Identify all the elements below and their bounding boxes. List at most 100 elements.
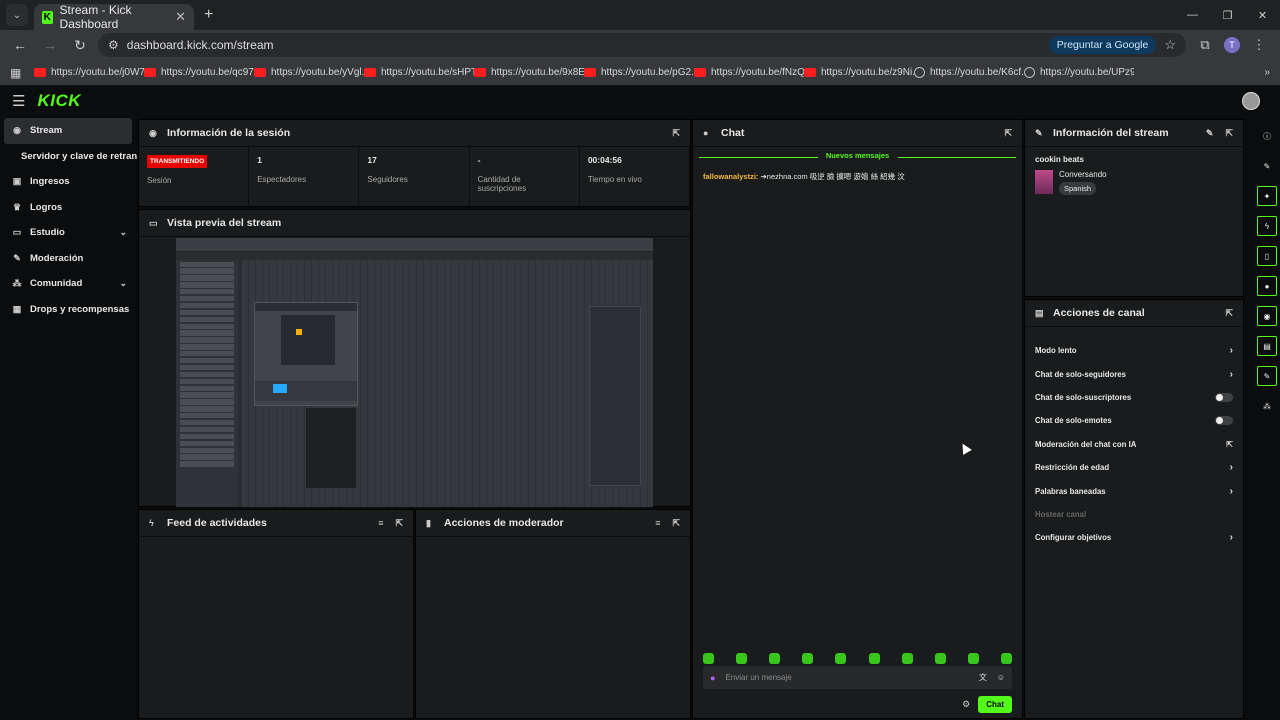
bookmark-item[interactable]: https://youtu.be/sHPT... xyxy=(364,67,474,78)
browser-tab[interactable]: K Stream - Kick Dashboard ✕ xyxy=(34,3,194,31)
window-controls: — ❐ ✕ xyxy=(1175,0,1280,30)
channel-action-item[interactable]: Chat de solo-seguidores › xyxy=(1035,362,1233,385)
sidebar-item[interactable]: ◉ Stream xyxy=(4,118,132,144)
kick-logo[interactable]: KICK xyxy=(37,91,81,111)
emote-icon[interactable] xyxy=(769,653,781,664)
bookmark-item[interactable]: https://youtu.be/z9Ni... xyxy=(804,67,914,78)
channel-action-item[interactable]: Configurar objetivos › xyxy=(1035,526,1233,549)
broadcast-icon[interactable]: ◉ xyxy=(1257,306,1277,326)
raid-icon[interactable]: ✦ xyxy=(1257,186,1277,206)
popout-icon[interactable]: ⇱ xyxy=(672,128,680,139)
tab-close-icon[interactable]: ✕ xyxy=(175,9,186,25)
chat-footer: ⚙ Chat xyxy=(962,696,1012,713)
popout-icon[interactable]: ⇱ xyxy=(672,518,680,529)
sidebar-item[interactable]: ▣ Ingresos xyxy=(0,169,137,195)
extensions-icon[interactable]: ⧉ xyxy=(1192,37,1218,53)
send-chat-button[interactable]: Chat xyxy=(978,696,1012,713)
window-close-icon[interactable]: ✕ xyxy=(1245,0,1280,30)
channel-action-label: Moderación del chat con IA xyxy=(1035,439,1137,449)
popout-icon[interactable]: ⇱ xyxy=(395,518,403,529)
chat-message-text: ➔nezhna.com 吸逆 臉 擴嗯 遊嬉 絲 紹幾 汶 xyxy=(758,172,905,181)
bookmark-star-icon[interactable]: ☆ xyxy=(1164,37,1176,53)
popout-icon[interactable]: ⇱ xyxy=(1225,128,1233,139)
bookmark-item[interactable]: https://youtu.be/pG2... xyxy=(584,67,694,78)
mic-icon[interactable]: ● xyxy=(710,673,715,683)
forward-icon[interactable]: → xyxy=(38,37,62,53)
edit-icon[interactable]: ✎ xyxy=(1206,128,1214,139)
preview-icon: ▭ xyxy=(149,217,158,228)
browser-menu-icon[interactable]: ⋮ xyxy=(1246,37,1272,53)
bookmark-item[interactable]: https://youtu.be/j0W7... xyxy=(34,67,144,78)
emote-icon[interactable] xyxy=(868,653,880,664)
user-avatar[interactable] xyxy=(1242,92,1260,110)
new-tab-button[interactable]: + xyxy=(204,6,213,24)
channel-action-label: Chat de solo-suscriptores xyxy=(1035,392,1132,402)
bookmark-item[interactable]: https://youtu.be/9x8E... xyxy=(474,67,584,78)
channel-action-item[interactable]: Palabras baneadas › xyxy=(1035,479,1233,502)
bookmark-label: https://youtu.be/yVgl... xyxy=(271,67,364,78)
site-info-icon[interactable]: ⚙ xyxy=(108,38,119,52)
profile-avatar[interactable]: T xyxy=(1224,37,1240,53)
filter-icon[interactable]: ≡ xyxy=(378,518,383,529)
bookmark-item[interactable]: https://youtu.be/yVgl... xyxy=(254,67,364,78)
chat-input[interactable]: ● Enviar un mensaje 文 ☺ xyxy=(703,666,1012,689)
toggle-switch[interactable] xyxy=(1215,416,1233,426)
emote-icon[interactable] xyxy=(967,653,979,664)
emoji-icon[interactable]: ☺ xyxy=(997,673,1005,682)
channel-action-item[interactable]: Modo lento › xyxy=(1035,339,1233,362)
bookmarks-overflow-icon[interactable]: » xyxy=(1264,67,1270,78)
translate-icon[interactable]: 文 xyxy=(979,672,987,683)
emote-icon[interactable] xyxy=(703,653,714,664)
popout-icon[interactable]: ⇱ xyxy=(1225,308,1233,319)
emote-icon[interactable] xyxy=(934,653,946,664)
bookmark-item[interactable]: https://youtu.be/fNzQ... xyxy=(694,67,804,78)
community-icon[interactable]: ⁂ xyxy=(1257,396,1277,416)
ask-google-button[interactable]: Preguntar a Google xyxy=(1048,36,1157,54)
chat-bubble-icon[interactable]: ● xyxy=(1257,276,1277,296)
bookmark-item[interactable]: https://youtu.be/UPz9... xyxy=(1024,67,1134,78)
toggle-switch[interactable] xyxy=(1215,392,1233,402)
bookmark-label: https://youtu.be/9x8E... xyxy=(491,67,584,78)
back-icon[interactable]: ← xyxy=(8,37,32,53)
channel-action-item[interactable]: Restricción de edad › xyxy=(1035,456,1233,479)
reload-icon[interactable]: ↻ xyxy=(68,37,92,54)
url-field[interactable]: ⚙ dashboard.kick.com/stream Preguntar a … xyxy=(98,33,1186,57)
info-icon[interactable]: ⓘ xyxy=(1257,126,1277,146)
sidebar-item[interactable]: ⁂ Comunidad ⌄ xyxy=(0,271,137,297)
menu-icon[interactable]: ☰ xyxy=(12,92,25,110)
filter-icon[interactable]: ≡ xyxy=(655,518,660,529)
channel-action-item[interactable]: Moderación del chat con IA ⇱ xyxy=(1035,433,1233,456)
sidebar-item[interactable]: ♛ Logros xyxy=(0,195,137,221)
notes-icon[interactable]: ▯ xyxy=(1257,246,1277,266)
apps-grid-icon[interactable]: ▦ xyxy=(10,66,34,80)
emote-icon[interactable] xyxy=(901,653,913,664)
minimize-icon[interactable]: — xyxy=(1175,0,1210,30)
popout-icon[interactable]: ⇱ xyxy=(1004,128,1012,139)
sidebar-item[interactable]: Servidor y clave de retransmisión xyxy=(0,144,137,170)
chat-username[interactable]: fallowanalystzi: xyxy=(703,172,758,181)
channel-action-item[interactable]: Chat de solo-emotes xyxy=(1035,409,1233,432)
emote-icon[interactable] xyxy=(835,653,847,664)
globe-icon xyxy=(914,67,925,78)
broadcast-icon: ◉ xyxy=(149,127,157,138)
bolt-icon[interactable]: ϟ xyxy=(1257,216,1277,236)
wrench-icon[interactable]: ✎ xyxy=(1257,366,1277,386)
gear-icon[interactable]: ⚙ xyxy=(962,699,970,710)
sidebar-item[interactable]: ✎ Moderación xyxy=(0,246,137,272)
youtube-icon xyxy=(474,68,486,77)
channel-icon[interactable]: ▤ xyxy=(1257,336,1277,356)
edit-icon[interactable]: ✎ xyxy=(1257,156,1277,176)
channel-action-item[interactable]: Chat de solo-suscriptores xyxy=(1035,386,1233,409)
tab-search-icon[interactable]: ⌄ xyxy=(6,4,28,26)
restore-icon[interactable]: ❐ xyxy=(1210,0,1245,30)
bookmark-item[interactable]: https://youtu.be/K6cf... xyxy=(914,67,1024,78)
emote-icon[interactable] xyxy=(802,653,814,664)
emote-icon[interactable] xyxy=(1000,653,1012,664)
chevron-right-icon: › xyxy=(1229,368,1233,380)
emote-icon[interactable] xyxy=(736,653,748,664)
bookmark-item[interactable]: https://youtu.be/qc97... xyxy=(144,67,254,78)
stream-preview-video[interactable] xyxy=(176,238,653,507)
sidebar-item[interactable]: ▭ Estudio ⌄ xyxy=(0,220,137,246)
sidebar-item[interactable]: ▦ Drops y recompensas xyxy=(0,297,137,323)
wallet-icon: ▣ xyxy=(12,176,22,187)
